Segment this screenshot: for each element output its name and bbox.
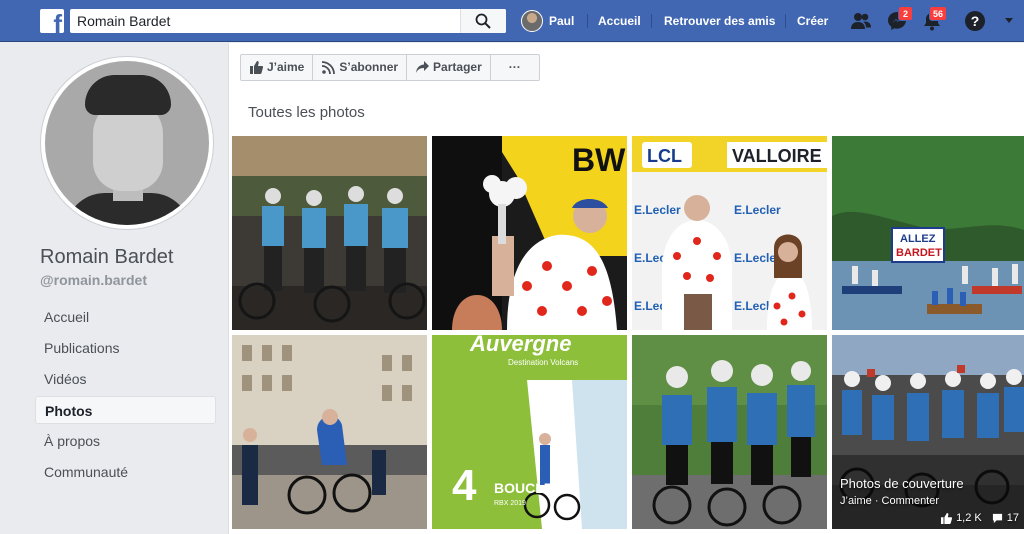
banner-line-2: BARDET	[896, 247, 942, 259]
sidebar-item-community[interactable]: Communauté	[35, 458, 216, 486]
main-content: J’aime S’abonner Partager ··· Toutes les…	[228, 43, 1024, 534]
nav-divider	[651, 14, 652, 28]
search-button[interactable]	[460, 9, 506, 33]
page-actions-bar: J’aime S’abonner Partager ···	[240, 54, 540, 81]
help-icon[interactable]: ?	[965, 11, 985, 31]
search-box	[70, 9, 506, 33]
comment-icon	[992, 513, 1002, 523]
nav-find-friends-link[interactable]: Retrouver des amis	[664, 0, 775, 42]
nav-profile-link[interactable]: Paul	[549, 0, 574, 42]
photo-tile[interactable]: ALLEZ BARDET	[832, 136, 1024, 330]
sidebar-item-home[interactable]: Accueil	[35, 303, 216, 331]
sponsor-text: BW	[572, 142, 626, 178]
boucles-small: RBX 2019	[494, 500, 526, 507]
photo-tile[interactable]: BW	[432, 136, 627, 330]
follow-button[interactable]: S’abonner	[313, 55, 408, 80]
share-label: Partager	[433, 60, 482, 74]
share-arrow-icon	[416, 61, 430, 73]
cover-photos-stats: 1,2 K 17	[941, 512, 1019, 524]
cover-photos-title[interactable]: Photos de couverture	[840, 476, 964, 491]
valloire-text: VALLOIRE	[732, 146, 822, 166]
likes-count: 1,2 K	[956, 512, 982, 524]
photo-tile[interactable]: LCL VALLOIRE E.Lecler E.Lecler E.Lecler …	[632, 136, 827, 330]
nav-divider	[785, 14, 786, 28]
friend-requests-icon[interactable]	[850, 10, 872, 32]
nav-divider	[587, 14, 588, 28]
messages-count-badge: 2	[898, 6, 913, 21]
boucles-word: BOUCLES	[494, 480, 562, 496]
lcl-logo-text: LCL	[647, 146, 682, 166]
leclerc-text: E.Lecler	[734, 203, 781, 217]
page-handle[interactable]: @romain.bardet	[40, 272, 147, 288]
search-icon	[475, 13, 491, 29]
notifications-count-badge: 56	[929, 6, 948, 21]
sidebar-item-posts[interactable]: Publications	[35, 334, 216, 362]
nav-create-link[interactable]: Créer	[797, 0, 828, 42]
like-label: J’aime	[267, 60, 305, 74]
boucles-number: 4	[452, 461, 477, 510]
sidebar-item-about[interactable]: À propos	[35, 427, 216, 455]
nav-home-link[interactable]: Accueil	[598, 0, 641, 42]
search-input[interactable]	[70, 9, 460, 33]
comments-count: 17	[1006, 512, 1019, 524]
user-avatar[interactable]	[521, 10, 543, 32]
thumbs-up-icon	[250, 61, 263, 74]
rss-icon	[322, 61, 336, 74]
leclerc-text: E.Lecler	[634, 203, 681, 217]
auvergne-title: Auvergne	[469, 335, 571, 356]
facebook-logo[interactable]: f	[40, 9, 64, 33]
photo-tile[interactable]	[632, 335, 827, 529]
like-button[interactable]: J’aime	[241, 55, 314, 80]
follow-label: S’abonner	[339, 60, 399, 74]
thumbs-up-icon	[941, 512, 953, 524]
profile-picture[interactable]	[41, 57, 213, 229]
top-bar: f Paul Accueil Retrouver des amis Créer …	[0, 0, 1024, 42]
account-menu-caret-icon[interactable]	[1005, 18, 1013, 23]
more-options-button[interactable]: ···	[491, 55, 539, 80]
cover-photos-album[interactable]: Photos de couverture J’aime · Commenter …	[832, 335, 1024, 529]
leclerc-text: E.Lecler	[734, 251, 781, 265]
banner-line-1: ALLEZ	[900, 233, 936, 245]
photo-tile[interactable]	[232, 136, 427, 330]
cover-photos-actions[interactable]: J’aime · Commenter	[840, 495, 939, 507]
page-name[interactable]: Romain Bardet	[40, 246, 173, 269]
profile-photo	[45, 61, 209, 225]
photo-tile[interactable]	[232, 335, 427, 529]
sidebar-item-photos[interactable]: Photos	[35, 396, 216, 424]
auvergne-subtitle: Destination Volcans	[508, 358, 578, 367]
photos-section-title: Toutes les photos	[248, 104, 365, 121]
sidebar-item-videos[interactable]: Vidéos	[35, 365, 216, 393]
share-button[interactable]: Partager	[407, 55, 491, 80]
photo-tile[interactable]: Auvergne Destination Volcans 4 BOUCLES R…	[432, 335, 627, 529]
page-sidebar-menu: Accueil Publications Vidéos Photos À pro…	[35, 303, 216, 489]
